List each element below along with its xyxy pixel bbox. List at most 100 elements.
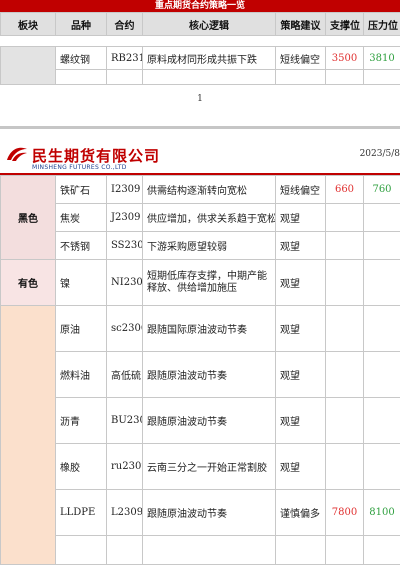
col-header-logic: 核心逻辑	[143, 13, 276, 36]
commodity-cell: 焦炭	[56, 204, 107, 232]
contract-cell	[107, 536, 143, 565]
support-cell	[326, 260, 364, 306]
logo-icon	[6, 146, 28, 162]
empty-cell	[56, 70, 107, 85]
top-table: 螺纹钢 RB2310 原料成材同形成共振下跌 短线偏空 3500 3810	[0, 46, 400, 85]
strategy-cell	[276, 536, 326, 565]
support-cell	[326, 398, 364, 444]
support-cell: 3500	[326, 47, 364, 70]
table-row	[1, 70, 400, 85]
strategy-cell: 谨慎偏多	[276, 490, 326, 536]
strategy-cell: 观望	[276, 260, 326, 306]
support-cell	[326, 204, 364, 232]
logic-cell: 跟随原油波动节奏	[143, 490, 276, 536]
sector-energy	[1, 306, 56, 565]
commodity-cell: 原油	[56, 306, 107, 352]
commodity-cell: 燃料油	[56, 352, 107, 398]
contract-cell: J2309	[107, 204, 143, 232]
support-cell: 7800	[326, 490, 364, 536]
support-cell	[326, 352, 364, 398]
commodity-cell: 螺纹钢	[56, 47, 107, 70]
col-header-commodity: 品种	[56, 13, 107, 36]
support-cell	[326, 444, 364, 490]
logic-cell: 下游采购愿望较弱	[143, 232, 276, 260]
logic-cell: 供应增加，供求关系趋于宽松	[143, 204, 276, 232]
sector-cell	[1, 47, 56, 85]
logic-cell: 供需结构逐渐转向宽松	[143, 176, 276, 204]
empty-cell	[107, 70, 143, 85]
resistance-cell	[364, 398, 400, 444]
commodity-cell: 镍	[56, 260, 107, 306]
contract-cell: RB2310	[107, 47, 143, 70]
header-row: 板块 品种 合约 核心逻辑 策略建议 支撑位 压力位	[1, 13, 400, 36]
resistance-cell	[364, 260, 400, 306]
resistance-cell	[364, 204, 400, 232]
col-header-support: 支撑位	[326, 13, 364, 36]
header-table: 板块 品种 合约 核心逻辑 策略建议 支撑位 压力位	[0, 12, 400, 36]
strategy-table: 黑色 铁矿石 I2309 供需结构逐渐转向宽松 短线偏空 660 760 焦炭 …	[0, 175, 400, 565]
strategy-cell: 短线偏空	[276, 176, 326, 204]
table-row: 黑色 铁矿石 I2309 供需结构逐渐转向宽松 短线偏空 660 760	[1, 176, 400, 204]
logic-cell: 原料成材同形成共振下跌	[143, 47, 276, 70]
col-header-strategy: 策略建议	[276, 13, 326, 36]
table-row	[1, 536, 400, 565]
contract-cell: NI2306	[107, 260, 143, 306]
sector-black: 黑色	[1, 176, 56, 260]
resistance-cell: 3810	[364, 47, 400, 70]
logic-cell: 跟随国际原油波动节奏	[143, 306, 276, 352]
support-cell	[326, 232, 364, 260]
table-row: 沥青 BU2307 跟随原油波动节奏 观望	[1, 398, 400, 444]
commodity-cell: 铁矿石	[56, 176, 107, 204]
logic-cell: 跟随原油波动节奏	[143, 352, 276, 398]
logic-cell: 云南三分之一开始正常割胶	[143, 444, 276, 490]
col-header-resistance: 压力位	[364, 13, 400, 36]
contract-cell: L2309	[107, 490, 143, 536]
contract-cell: ru2309	[107, 444, 143, 490]
table-row: 原油 sc2306 跟随国际原油波动节奏 观望	[1, 306, 400, 352]
table-row: 有色 镍 NI2306 短期低库存支撑，中期产能释放、供给增加施压 观望	[1, 260, 400, 306]
contract-cell: I2309	[107, 176, 143, 204]
strategy-cell: 观望	[276, 232, 326, 260]
resistance-cell: 760	[364, 176, 400, 204]
commodity-cell: 不锈钢	[56, 232, 107, 260]
empty-cell	[143, 70, 276, 85]
table-row: 螺纹钢 RB2310 原料成材同形成共振下跌 短线偏空 3500 3810	[1, 47, 400, 70]
empty-cell	[364, 70, 400, 85]
table-row: 橡胶 ru2309 云南三分之一开始正常割胶 观望	[1, 444, 400, 490]
commodity-cell	[56, 536, 107, 565]
resistance-cell	[364, 306, 400, 352]
logo-chinese-name: 民生期货有限公司	[32, 145, 160, 166]
page-number: 1	[0, 94, 400, 104]
strategy-cell: 观望	[276, 204, 326, 232]
support-cell	[326, 536, 364, 565]
contract-cell: sc2306	[107, 306, 143, 352]
strategy-cell: 观望	[276, 444, 326, 490]
logic-cell	[143, 536, 276, 565]
commodity-cell: LLDPE	[56, 490, 107, 536]
support-cell: 660	[326, 176, 364, 204]
report-date: 2023/5/8	[360, 149, 400, 159]
contract-cell: 高低硫	[107, 352, 143, 398]
resistance-cell	[364, 232, 400, 260]
strategy-cell: 观望	[276, 352, 326, 398]
sector-color: 有色	[1, 260, 56, 306]
strategy-cell: 观望	[276, 398, 326, 444]
logo-english-name: MINSHENG FUTURES CO.,LTD	[32, 164, 127, 171]
table-row: 燃料油 高低硫 跟随原油波动节奏 观望	[1, 352, 400, 398]
page-divider	[0, 126, 400, 129]
resistance-cell: 8100	[364, 490, 400, 536]
resistance-cell	[364, 536, 400, 565]
col-header-contract: 合约	[107, 13, 143, 36]
summary-title: 重点期货合约策略一览	[0, 0, 400, 12]
table-row: 焦炭 J2309 供应增加，供求关系趋于宽松 观望	[1, 204, 400, 232]
logic-cell: 跟随原油波动节奏	[143, 398, 276, 444]
col-header-sector: 板块	[1, 13, 56, 36]
commodity-cell: 沥青	[56, 398, 107, 444]
resistance-cell	[364, 444, 400, 490]
commodity-cell: 橡胶	[56, 444, 107, 490]
empty-cell	[276, 70, 326, 85]
empty-cell	[326, 70, 364, 85]
support-cell	[326, 306, 364, 352]
contract-cell: SS2309	[107, 232, 143, 260]
contract-cell: BU2307	[107, 398, 143, 444]
